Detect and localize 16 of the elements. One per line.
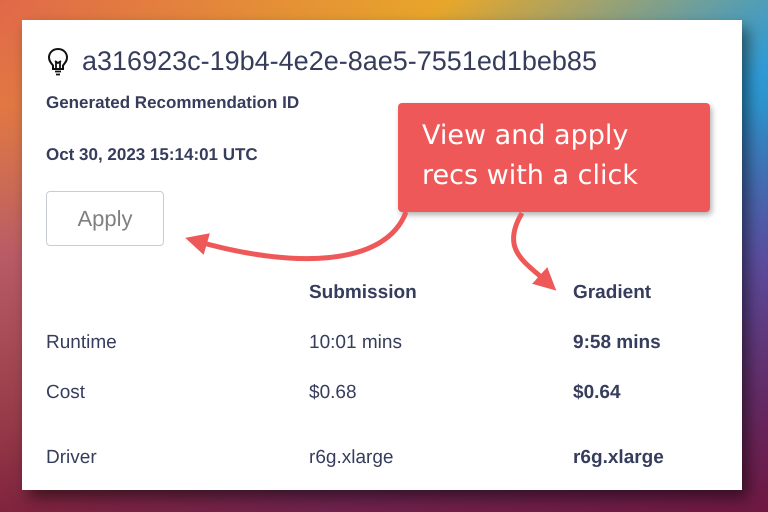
column-header: Submission [309,282,418,304]
lightbulb-icon [46,46,70,76]
table-cell-text: 10:01 mins [309,332,403,354]
table-cell-text: r6g.xlarge [573,447,665,469]
timestamp: Oct 30, 2023 15:14:01 UTC [46,145,259,165]
table-cell-text: $0.64 [573,382,622,404]
recommendation-id: a316923c-19b4-4e2e-8ae5-7551ed1beb85 [82,46,597,77]
caption: Generated Recommendation ID [46,93,300,113]
row-label: Cost [46,382,86,404]
column-header: Gradient [573,282,652,304]
callout: View and apply recs with a click [398,103,710,212]
row-label: Runtime [46,332,118,354]
table-cell-text: $0.68 [309,382,358,404]
table-cell-text: r6g.xlarge [309,447,394,469]
table-cell-text: 9:58 mins [573,332,662,354]
row-label: Driver [46,447,98,469]
